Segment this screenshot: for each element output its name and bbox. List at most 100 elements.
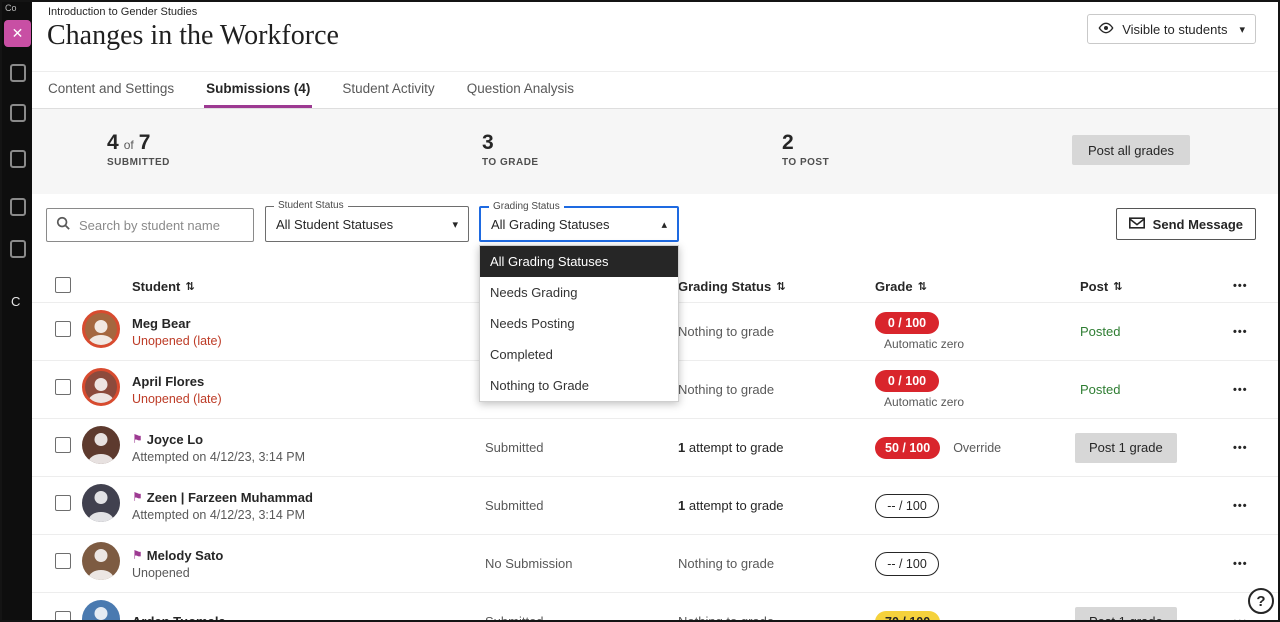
- row-overflow-button[interactable]: •••: [1227, 442, 1278, 454]
- to-post-label: TO POST: [782, 157, 829, 168]
- submission-subtext: Attempted on 4/12/23, 3:14 PM: [132, 450, 485, 464]
- avatar: [82, 484, 120, 522]
- breadcrumb[interactable]: Introduction to Gender Studies: [48, 6, 197, 18]
- main-content: Introduction to Gender Studies Changes i…: [32, 2, 1278, 620]
- grading-status-cell: Nothing to grade: [678, 614, 875, 622]
- filters-bar: Student Status All Student Statuses ▾ Gr…: [32, 194, 1278, 270]
- page-header: Introduction to Gender Studies Changes i…: [32, 2, 1278, 72]
- submitted-count: 4: [107, 131, 119, 155]
- submission-status: Submitted: [485, 614, 678, 622]
- grade-note: Automatic zero: [884, 337, 1075, 351]
- grade-pill[interactable]: 50 / 100: [875, 437, 940, 459]
- grade-pill[interactable]: 0 / 100: [875, 370, 939, 392]
- row-checkbox[interactable]: [55, 437, 71, 453]
- table-row: ⚑ Zeen | Farzeen Muhammad Attempted on 4…: [32, 477, 1278, 535]
- select-all-checkbox[interactable]: [55, 277, 71, 293]
- avatar: [82, 600, 120, 622]
- table-row: ⚑ Joyce Lo Attempted on 4/12/23, 3:14 PM…: [32, 419, 1278, 477]
- submitted-label: SUBMITTED: [107, 157, 170, 168]
- row-overflow-button[interactable]: •••: [1227, 616, 1278, 622]
- stats-bar: 4 of 7 SUBMITTED 3 TO GRADE 2 TO POST Po…: [32, 109, 1278, 194]
- stat-submitted: 4 of 7 SUBMITTED: [107, 131, 170, 168]
- posted-label: Posted: [1075, 382, 1120, 397]
- submission-status: Submitted: [485, 498, 678, 513]
- submission-status: Submitted: [485, 440, 678, 455]
- row-overflow-button[interactable]: •••: [1227, 326, 1278, 338]
- student-name[interactable]: Melody Sato: [147, 548, 224, 563]
- row-overflow-button[interactable]: •••: [1227, 558, 1278, 570]
- help-button[interactable]: ?: [1248, 588, 1274, 614]
- column-header-grade[interactable]: Grade ⇅: [875, 279, 1075, 294]
- grading-status-option[interactable]: Needs Grading: [480, 277, 678, 308]
- student-search: [46, 208, 254, 242]
- visibility-button[interactable]: Visible to students ▾: [1087, 14, 1256, 44]
- row-checkbox[interactable]: [55, 495, 71, 511]
- submission-subtext: Unopened (late): [132, 334, 485, 348]
- row-checkbox[interactable]: [55, 321, 71, 337]
- flag-icon: ⚑: [132, 433, 143, 445]
- post-grade-button[interactable]: Post 1 grade: [1075, 607, 1177, 622]
- sort-icon: ⇅: [776, 280, 785, 293]
- column-header-post[interactable]: Post ⇅: [1075, 279, 1227, 294]
- table-overflow-button[interactable]: •••: [1227, 280, 1278, 292]
- posted-label: Posted: [1075, 324, 1120, 339]
- stat-to-post: 2 TO POST: [782, 131, 829, 168]
- avatar: [82, 542, 120, 580]
- student-name[interactable]: Joyce Lo: [147, 432, 203, 447]
- search-icon: [56, 216, 70, 235]
- student-name[interactable]: Arden Tuomala: [132, 614, 226, 622]
- row-overflow-button[interactable]: •••: [1227, 384, 1278, 396]
- question-mark-icon: ?: [1256, 593, 1265, 610]
- grading-status-option[interactable]: Completed: [480, 339, 678, 370]
- grade-pill[interactable]: -- / 100: [875, 494, 939, 518]
- tab-question-analysis[interactable]: Question Analysis: [465, 72, 576, 108]
- row-checkbox[interactable]: [55, 553, 71, 569]
- chevron-down-icon: ▾: [1235, 23, 1245, 36]
- to-grade-label: TO GRADE: [482, 157, 539, 168]
- student-status-select[interactable]: Student Status All Student Statuses ▾: [265, 206, 469, 242]
- submitted-of: of: [124, 138, 134, 152]
- search-input[interactable]: [77, 217, 244, 234]
- post-grade-button[interactable]: Post 1 grade: [1075, 433, 1177, 463]
- grading-status-option[interactable]: Nothing to Grade: [480, 370, 678, 401]
- grading-status-option[interactable]: Needs Posting: [480, 308, 678, 339]
- tab-submissions[interactable]: Submissions (4): [204, 72, 312, 108]
- row-overflow-button[interactable]: •••: [1227, 500, 1278, 512]
- student-name[interactable]: Zeen | Farzeen Muhammad: [147, 490, 313, 505]
- tab-student-activity[interactable]: Student Activity: [340, 72, 436, 108]
- grade-pill[interactable]: -- / 100: [875, 552, 939, 576]
- column-header-student[interactable]: Student ⇅: [132, 279, 485, 294]
- submission-subtext: Unopened: [132, 566, 485, 580]
- sort-icon: ⇅: [918, 280, 927, 293]
- send-message-button[interactable]: Send Message: [1116, 208, 1256, 240]
- grading-status-select[interactable]: Grading Status All Grading Statuses ▴ Al…: [479, 206, 679, 242]
- tab-bar: Content and Settings Submissions (4) Stu…: [32, 72, 1278, 109]
- app-window: Co ✕ C Introduction to Gender Studies Ch…: [0, 0, 1280, 622]
- sidebar-icon[interactable]: [10, 104, 26, 122]
- grading-status-option[interactable]: All Grading Statuses: [480, 246, 678, 277]
- grading-status-label: Grading Status: [489, 201, 564, 212]
- submission-subtext: Attempted on 4/12/23, 3:14 PM: [132, 508, 485, 522]
- tab-content-and-settings[interactable]: Content and Settings: [46, 72, 176, 108]
- flag-icon: ⚑: [132, 549, 143, 561]
- sidebar-icon[interactable]: [10, 150, 26, 168]
- post-all-grades-button[interactable]: Post all grades: [1072, 135, 1190, 165]
- grade-pill[interactable]: 70 / 100: [875, 611, 940, 622]
- close-panel-button[interactable]: ✕: [4, 20, 31, 47]
- submitted-total: 7: [139, 131, 151, 155]
- student-name[interactable]: April Flores: [132, 374, 204, 389]
- sidebar-icon[interactable]: [10, 64, 26, 82]
- grade-pill[interactable]: 0 / 100: [875, 312, 939, 334]
- row-checkbox[interactable]: [55, 379, 71, 395]
- to-post-count: 2: [782, 131, 794, 155]
- grading-status-cell: 1 attempt to grade: [678, 498, 875, 513]
- student-name[interactable]: Meg Bear: [132, 316, 191, 331]
- chevron-up-icon: ▴: [661, 218, 667, 231]
- sidebar-icon[interactable]: [10, 198, 26, 216]
- row-checkbox[interactable]: [55, 611, 71, 622]
- table-row: Arden Tuomala Submitted Nothing to grade…: [32, 593, 1278, 622]
- sidebar-icon[interactable]: [10, 240, 26, 258]
- submission-subtext: Unopened (late): [132, 392, 485, 406]
- column-header-grading-status[interactable]: Grading Status ⇅: [678, 279, 875, 294]
- grading-status-cell: Nothing to grade: [678, 382, 875, 397]
